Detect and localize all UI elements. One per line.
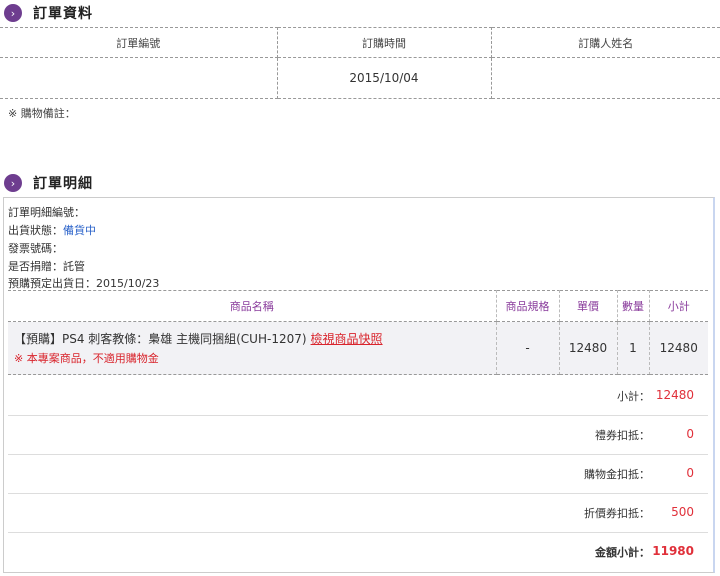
order-detail-title: 訂單明細 [33, 176, 93, 192]
product-price: 12480 [559, 321, 618, 375]
product-qty: 1 [617, 321, 650, 375]
summary-total-row: 金額小計： 11980 [8, 533, 708, 571]
ship-status-value: 備貨中 [63, 224, 96, 237]
product-note: ※ 本專案商品，不適用購物金 [14, 352, 159, 365]
summary-credit-value: 0 [686, 466, 694, 480]
summary-coupon-row: 折價券扣抵： 500 [8, 494, 708, 533]
product-name: 【預購】PS4 刺客教條：梟雄 主機同捆組(CUH-1207) [14, 332, 307, 346]
items-table: 商品名稱 商品規格 單價 數量 小計 【預購】PS4 刺客教條：梟雄 主機同捆組… [8, 290, 708, 375]
donate-status: 是否捐贈：託管 [8, 260, 85, 273]
summary-gift-label: 禮券扣抵： [595, 429, 650, 442]
summary-credit-label: 購物金扣抵： [584, 468, 650, 481]
order-detail-header: › 訂單明細 [4, 172, 93, 194]
ship-status: 出貨狀態：備貨中 [8, 222, 96, 240]
order-info-table: 訂單編號 訂購時間 訂購人姓名 2015/10/04 [0, 27, 720, 99]
col-quantity: 數量 [617, 290, 650, 322]
product-subtotal: 12480 [649, 321, 708, 375]
summary-subtotal-value: 12480 [655, 388, 694, 402]
order-info-title: 訂單資料 [33, 6, 93, 22]
summary-subtotal-label: 小計： [617, 390, 650, 403]
table-row: 【預購】PS4 刺客教條：梟雄 主機同捆組(CUH-1207) 檢視商品快照 ※ … [8, 321, 708, 375]
summary-total-value: 11980 [652, 544, 694, 558]
summary-subtotal-row: 小計： 12480 [8, 377, 708, 416]
col-subtotal: 小計 [649, 290, 708, 322]
summary-credit-row: 購物金扣抵： 0 [8, 455, 708, 494]
order-detail-box: 訂單明細編號： 出貨狀態：備貨中 發票號碼： 是否捐贈：託管 預購預定出貨日：2… [3, 197, 715, 573]
summary-coupon-value: 500 [671, 505, 694, 519]
buyer-name-value [491, 57, 720, 99]
summary-coupon-label: 折價券扣抵： [584, 507, 650, 520]
shopping-memo: ※ 購物備註： [8, 107, 76, 120]
ship-status-label: 出貨狀態： [8, 224, 63, 237]
col-buyer-name: 訂購人姓名 [491, 27, 720, 58]
summary-gift-row: 禮券扣抵： 0 [8, 416, 708, 455]
product-spec: - [496, 321, 560, 375]
order-info-header: › 訂單資料 [4, 2, 93, 24]
order-no-value [0, 57, 278, 99]
col-unit-price: 單價 [559, 290, 618, 322]
view-snapshot-link[interactable]: 檢視商品快照 [311, 332, 383, 346]
chevron-right-icon: › [4, 4, 22, 22]
product-cell: 【預購】PS4 刺客教條：梟雄 主機同捆組(CUH-1207) 檢視商品快照 ※ … [8, 321, 497, 375]
order-time-value: 2015/10/04 [277, 57, 492, 99]
col-product-spec: 商品規格 [496, 290, 560, 322]
detail-no: 訂單明細編號： [8, 206, 85, 219]
invoice-no: 發票號碼： [8, 242, 63, 255]
col-order-no: 訂單編號 [0, 27, 278, 58]
col-order-time: 訂購時間 [277, 27, 492, 58]
chevron-right-icon: › [4, 174, 22, 192]
summary-gift-value: 0 [686, 427, 694, 441]
summary-total-label: 金額小計： [595, 546, 650, 559]
col-product-name: 商品名稱 [8, 290, 497, 322]
